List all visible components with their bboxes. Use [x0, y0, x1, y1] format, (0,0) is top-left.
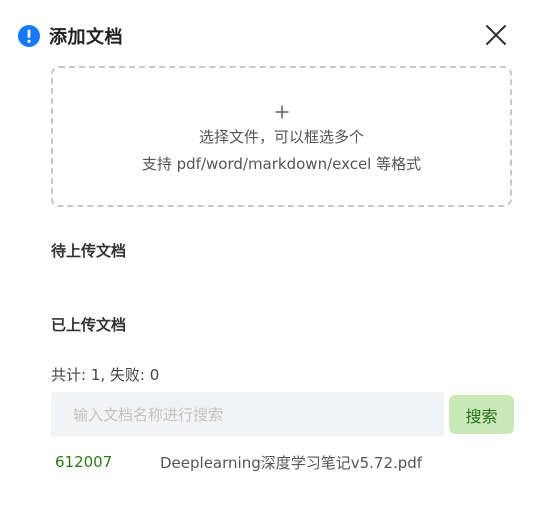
upload-instruction: 选择文件，可以框选多个: [198, 127, 364, 146]
add-document-dialog: 添加文档 选择文件，可以框选多个 支持 pdf/word/markdown/ex…: [0, 0, 541, 506]
pending-documents-title: 待上传文档: [51, 242, 127, 260]
uploaded-documents-title: 已上传文档: [51, 316, 127, 334]
file-id-link[interactable]: 612007: [55, 453, 160, 471]
file-upload-dropzone[interactable]: 选择文件，可以框选多个 支持 pdf/word/markdown/excel 等…: [51, 66, 512, 207]
close-icon: [485, 24, 507, 50]
uploaded-file-row: 612007 Deeplearning深度学习笔记v5.72.pdf: [55, 451, 422, 473]
close-button[interactable]: [482, 23, 510, 51]
info-circle-icon: [18, 25, 40, 47]
document-search-input[interactable]: [51, 392, 444, 437]
file-name: Deeplearning深度学习笔记v5.72.pdf: [160, 453, 423, 472]
search-button[interactable]: 搜索: [449, 395, 514, 434]
dialog-title: 添加文档: [49, 27, 123, 48]
plus-icon: [275, 104, 289, 118]
dialog-header: 添加文档: [18, 22, 123, 50]
upload-supported-formats: 支持 pdf/word/markdown/excel 等格式: [141, 154, 422, 173]
upload-stats: 共计: 1, 失败: 0: [51, 366, 160, 384]
